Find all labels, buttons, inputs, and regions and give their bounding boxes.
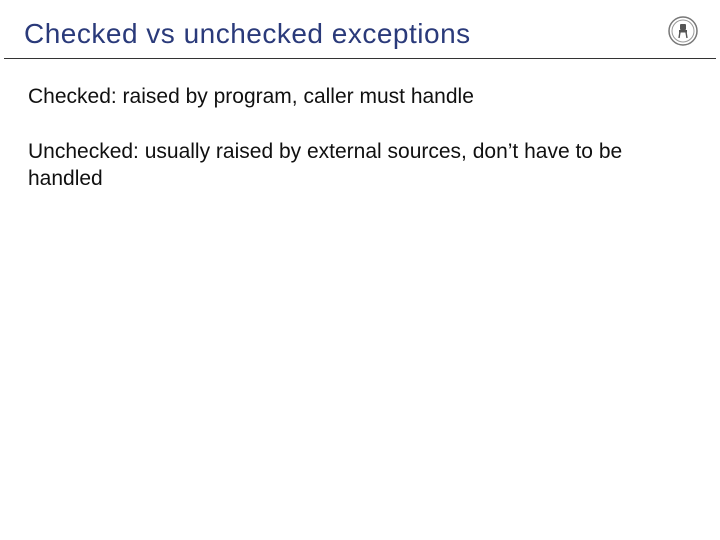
- paragraph-unchecked: Unchecked: usually raised by external so…: [28, 139, 692, 193]
- chair-logo-icon: [668, 16, 698, 46]
- header-divider: [4, 58, 716, 59]
- paragraph-checked: Checked: raised by program, caller must …: [28, 84, 692, 111]
- slide: Checked vs unchecked exceptions Checked:…: [0, 0, 720, 540]
- slide-body: Checked: raised by program, caller must …: [0, 56, 720, 193]
- slide-header: Checked vs unchecked exceptions: [0, 0, 720, 56]
- slide-title: Checked vs unchecked exceptions: [24, 18, 696, 50]
